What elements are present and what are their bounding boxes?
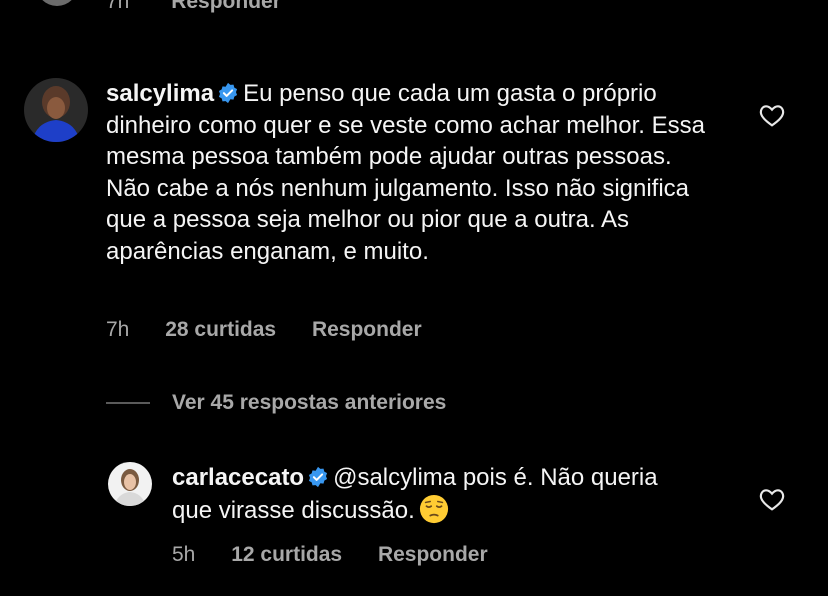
previous-comment-time: 7h (106, 0, 130, 13)
username-carlacecato[interactable]: carlacecato (172, 464, 304, 491)
comment-carlacecato-reply-button[interactable]: Responder (378, 543, 488, 566)
previous-comment-reply-button[interactable]: Responder (171, 0, 281, 13)
comment-salcylima-time: 7h (106, 318, 130, 341)
verified-badge-icon (309, 466, 328, 488)
avatar-carlacecato-image (108, 462, 152, 506)
username-salcylima[interactable]: salcylima (106, 80, 214, 107)
like-heart-icon[interactable] (759, 487, 785, 511)
replies-divider (106, 402, 150, 404)
comment-salcylima-reply-button[interactable]: Responder (312, 318, 422, 341)
comment-carlacecato-meta: 5h 12 curtidas Responder (172, 543, 488, 567)
previous-comment-meta: 7h Responder (106, 0, 281, 14)
avatar-carlacecato[interactable] (108, 462, 152, 506)
comment-salcylima: salcylima Eu penso que cada um gasta o pr… (106, 78, 706, 267)
comment-carlacecato: carlacecato @salcylima pois é. Não queria… (172, 462, 692, 526)
comment-salcylima-likes[interactable]: 28 curtidas (165, 318, 276, 341)
like-heart-icon[interactable] (759, 103, 785, 127)
mention-salcylima[interactable]: @salcylima (333, 464, 456, 491)
avatar-salcylima[interactable] (24, 78, 88, 142)
avatar-salcylima-image (24, 78, 88, 142)
comment-carlacecato-time: 5h (172, 543, 196, 566)
comment-salcylima-meta: 7h 28 curtidas Responder (106, 318, 422, 342)
verified-badge-icon (219, 82, 238, 104)
avatar-previous-comment[interactable] (36, 0, 78, 6)
pensive-face-icon (419, 494, 448, 523)
comment-carlacecato-likes[interactable]: 12 curtidas (231, 543, 342, 566)
view-previous-replies-button[interactable]: Ver 45 respostas anteriores (172, 391, 446, 415)
comment-salcylima-text: Eu penso que cada um gasta o próprio din… (106, 80, 705, 265)
